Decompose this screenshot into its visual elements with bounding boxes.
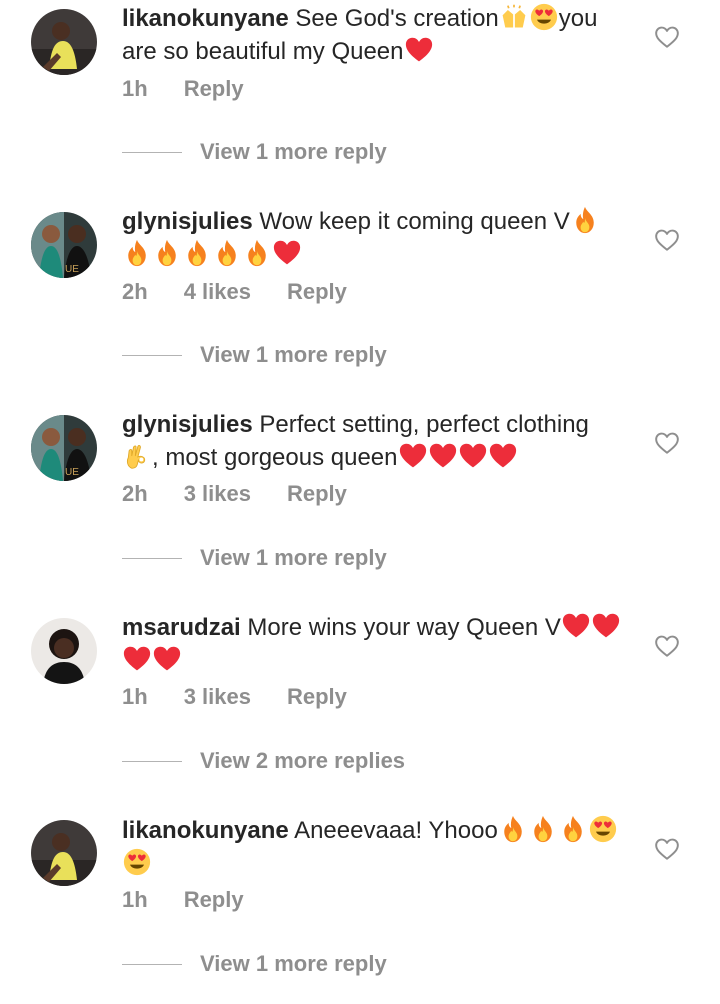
- fire-emoji-icon: [213, 239, 241, 267]
- comment-body-part-1: Aneeevaaa! Yhooo: [288, 817, 498, 844]
- view-more-replies-label: View 2 more replies: [200, 748, 406, 773]
- red-heart-emoji-icon: [123, 645, 151, 673]
- comment-body-part-1: More wins your way Queen V: [240, 614, 561, 641]
- comment-username[interactable]: glynisjulies: [122, 411, 253, 438]
- reply-button[interactable]: Reply: [287, 279, 347, 305]
- comment-username[interactable]: msarudzai: [122, 614, 241, 641]
- view-more-replies-button[interactable]: View 1 more reply: [122, 545, 387, 571]
- comment-text: msarudzai More wins your way Queen V: [122, 611, 622, 677]
- comment-time: 1h: [122, 684, 148, 709]
- red-heart-emoji-icon: [592, 612, 620, 640]
- fire-emoji-icon: [571, 206, 599, 234]
- red-heart-emoji-icon: [489, 442, 517, 470]
- like-heart-icon[interactable]: [654, 227, 680, 253]
- comment-text: glynisjulies Wow keep it coming queen V: [122, 205, 622, 271]
- red-heart-emoji-icon: [405, 36, 433, 64]
- avatar[interactable]: [31, 9, 97, 75]
- comment-meta: 1h 3 likes Reply: [122, 682, 347, 712]
- fire-emoji-icon: [529, 815, 557, 843]
- red-heart-emoji-icon: [273, 239, 301, 267]
- comment-meta: 2h 3 likes Reply: [122, 479, 347, 509]
- comment-time: 2h: [122, 279, 148, 304]
- heart-eyes-emoji-icon: [123, 848, 151, 876]
- like-heart-icon[interactable]: [654, 430, 680, 456]
- comment-body-part-1: Perfect setting, perfect clothing: [252, 411, 589, 438]
- comment-meta: 1h Reply: [122, 885, 244, 915]
- avatar[interactable]: UE: [31, 212, 97, 278]
- reply-button[interactable]: Reply: [287, 481, 347, 507]
- comment-likes[interactable]: 3 likes: [184, 684, 251, 710]
- comment-body-part-1: See God's creation: [288, 5, 499, 32]
- comment-username[interactable]: likanokunyane: [122, 5, 289, 32]
- heart-eyes-emoji-icon: [530, 3, 558, 31]
- view-more-replies-button[interactable]: View 2 more replies: [122, 748, 405, 774]
- replies-divider: [122, 557, 182, 559]
- comments-list: likanokunyane See God's creation you are …: [0, 0, 720, 1004]
- reply-button[interactable]: Reply: [287, 684, 347, 710]
- replies-divider: [122, 963, 182, 965]
- avatar[interactable]: [31, 618, 97, 684]
- heart-eyes-emoji-icon: [589, 815, 617, 843]
- like-heart-icon[interactable]: [654, 24, 680, 50]
- comment-body-part-2: , most gorgeous queen: [152, 444, 398, 471]
- comment-time: 2h: [122, 481, 148, 506]
- comment-username[interactable]: likanokunyane: [122, 817, 289, 844]
- replies-divider: [122, 760, 182, 762]
- fire-emoji-icon: [183, 239, 211, 267]
- fire-emoji-icon: [559, 815, 587, 843]
- fire-emoji-icon: [243, 239, 271, 267]
- comment-time: 1h: [122, 76, 148, 101]
- replies-divider: [122, 354, 182, 356]
- comment-likes[interactable]: 4 likes: [184, 279, 251, 305]
- comment-username[interactable]: glynisjulies: [122, 208, 253, 235]
- comment-text: likanokunyane See God's creation you are …: [122, 2, 622, 68]
- svg-text:UE: UE: [65, 467, 79, 478]
- svg-text:UE: UE: [65, 264, 79, 275]
- fire-emoji-icon: [153, 239, 181, 267]
- like-heart-icon[interactable]: [654, 633, 680, 659]
- fire-emoji-icon: [123, 239, 151, 267]
- view-more-replies-button[interactable]: View 1 more reply: [122, 342, 387, 368]
- red-heart-emoji-icon: [153, 645, 181, 673]
- view-more-replies-button[interactable]: View 1 more reply: [122, 139, 387, 165]
- reply-button[interactable]: Reply: [184, 76, 244, 102]
- comment-meta: 2h 4 likes Reply: [122, 277, 347, 307]
- replies-divider: [122, 151, 182, 153]
- like-heart-icon[interactable]: [654, 836, 680, 862]
- avatar[interactable]: [31, 820, 97, 886]
- view-more-replies-button[interactable]: View 1 more reply: [122, 951, 387, 977]
- view-more-replies-label: View 1 more reply: [200, 545, 387, 570]
- comment-text: likanokunyane Aneeevaaa! Yhooo: [122, 814, 622, 880]
- view-more-replies-label: View 1 more reply: [200, 342, 387, 367]
- fire-emoji-icon: [499, 815, 527, 843]
- avatar[interactable]: UE: [31, 415, 97, 481]
- comment-body-part-1: Wow keep it coming queen V: [252, 208, 570, 235]
- raising-hands-emoji-icon: [500, 3, 528, 31]
- red-heart-emoji-icon: [429, 442, 457, 470]
- ok-hand-emoji-icon: [123, 442, 151, 470]
- comment-meta: 1h Reply: [122, 74, 244, 104]
- view-more-replies-label: View 1 more reply: [200, 139, 387, 164]
- red-heart-emoji-icon: [459, 442, 487, 470]
- comment-text: glynisjulies Perfect setting, perfect cl…: [122, 408, 622, 474]
- reply-button[interactable]: Reply: [184, 887, 244, 913]
- view-more-replies-label: View 1 more reply: [200, 951, 387, 976]
- red-heart-emoji-icon: [562, 612, 590, 640]
- comment-likes[interactable]: 3 likes: [184, 481, 251, 507]
- red-heart-emoji-icon: [399, 442, 427, 470]
- comment-time: 1h: [122, 887, 148, 912]
